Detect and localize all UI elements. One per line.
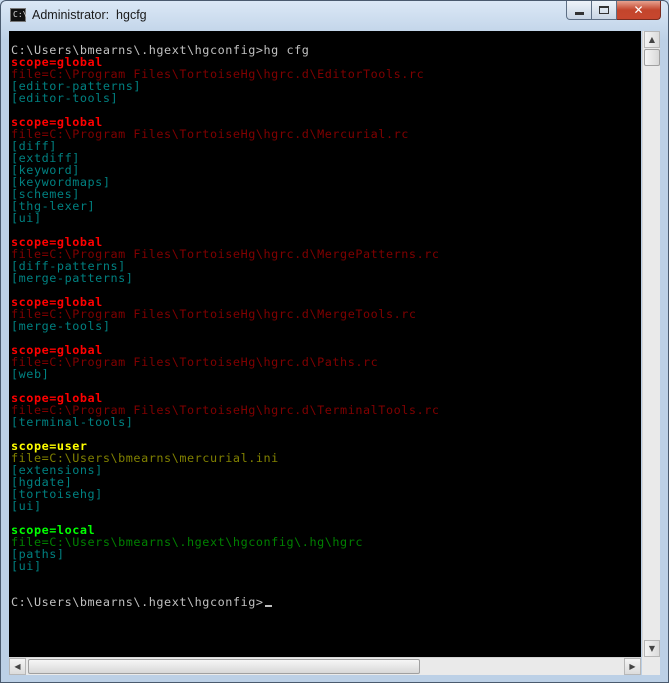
console-line-text: C:\Users\bmearns\.hgext\hgconfig> <box>11 595 264 609</box>
scroll-up-button[interactable]: ▲ <box>644 31 660 48</box>
horizontal-scroll-thumb[interactable] <box>28 659 420 674</box>
console-line: [web] <box>11 368 440 380</box>
console-line: [thg-lexer] <box>11 200 440 212</box>
scroll-down-button[interactable]: ▼ <box>644 640 660 657</box>
maximize-icon <box>599 6 609 14</box>
console-app-icon[interactable]: C:\ <box>10 8 27 22</box>
console-line-text: [ui] <box>11 499 42 513</box>
scroll-up-icon: ▲ <box>648 35 656 44</box>
console-line-text: [editor-tools] <box>11 91 119 105</box>
console-line-text: [ui] <box>11 559 42 573</box>
console-line-text: file=C:\Program Files\TortoiseHg\hgrc.d\… <box>11 127 409 141</box>
console-line: [terminal-tools] <box>11 416 440 428</box>
vertical-scrollbar[interactable]: ▲ ▼ <box>642 31 660 657</box>
horizontal-scrollbar[interactable]: ◀ ▶ <box>9 657 641 675</box>
console-line-text: file=C:\Program Files\TortoiseHg\hgrc.d\… <box>11 355 379 369</box>
console-line: [merge-tools] <box>11 320 440 332</box>
window-controls: ✕ <box>566 1 661 20</box>
console-line-text: [merge-tools] <box>11 319 111 333</box>
console-line: file=C:\Users\bmearns\.hgext\hgconfig\.h… <box>11 536 440 548</box>
minimize-button[interactable] <box>566 1 592 20</box>
minimize-icon <box>574 11 584 15</box>
console-line: [ui] <box>11 500 440 512</box>
vertical-scroll-thumb[interactable] <box>644 49 660 66</box>
console-line: file=C:\Program Files\TortoiseHg\hgrc.d\… <box>11 128 440 140</box>
close-icon: ✕ <box>633 3 644 17</box>
console-line: [paths] <box>11 548 440 560</box>
scroll-left-button[interactable]: ◀ <box>9 658 26 675</box>
scroll-right-icon: ▶ <box>629 662 636 671</box>
console-line: [editor-tools] <box>11 92 440 104</box>
scroll-right-button[interactable]: ▶ <box>624 658 641 675</box>
scroll-down-icon: ▼ <box>648 644 656 653</box>
console-line: [ui] <box>11 560 440 572</box>
console-output[interactable]: C:\Users\bmearns\.hgext\hgconfig>hg cfg s… <box>9 31 641 657</box>
console-line: [extensions] <box>11 464 440 476</box>
title-bar[interactable]: C:\ Administrator: hgcfg ✕ <box>1 1 668 31</box>
maximize-button[interactable] <box>592 1 617 20</box>
console-line: [ui] <box>11 212 440 224</box>
close-button[interactable]: ✕ <box>617 1 661 20</box>
text-cursor <box>264 605 272 607</box>
console-window: C:\ Administrator: hgcfg ✕ C:\Users\bmea… <box>0 0 669 683</box>
console-line-text: [web] <box>11 367 50 381</box>
console-line: [tortoisehg] <box>11 488 440 500</box>
resize-grip[interactable] <box>642 657 660 675</box>
scroll-left-icon: ◀ <box>14 662 21 671</box>
console-lines: C:\Users\bmearns\.hgext\hgconfig>hg cfg s… <box>11 44 440 608</box>
console-line: C:\Users\bmearns\.hgext\hgconfig> <box>11 596 440 608</box>
console-line: file=C:\Program Files\TortoiseHg\hgrc.d\… <box>11 356 440 368</box>
console-line-text: [ui] <box>11 211 42 225</box>
console-line-text: [merge-patterns] <box>11 271 134 285</box>
console-line: [merge-patterns] <box>11 272 440 284</box>
console-line-text: [terminal-tools] <box>11 415 134 429</box>
window-title: Administrator: hgcfg <box>32 8 147 22</box>
